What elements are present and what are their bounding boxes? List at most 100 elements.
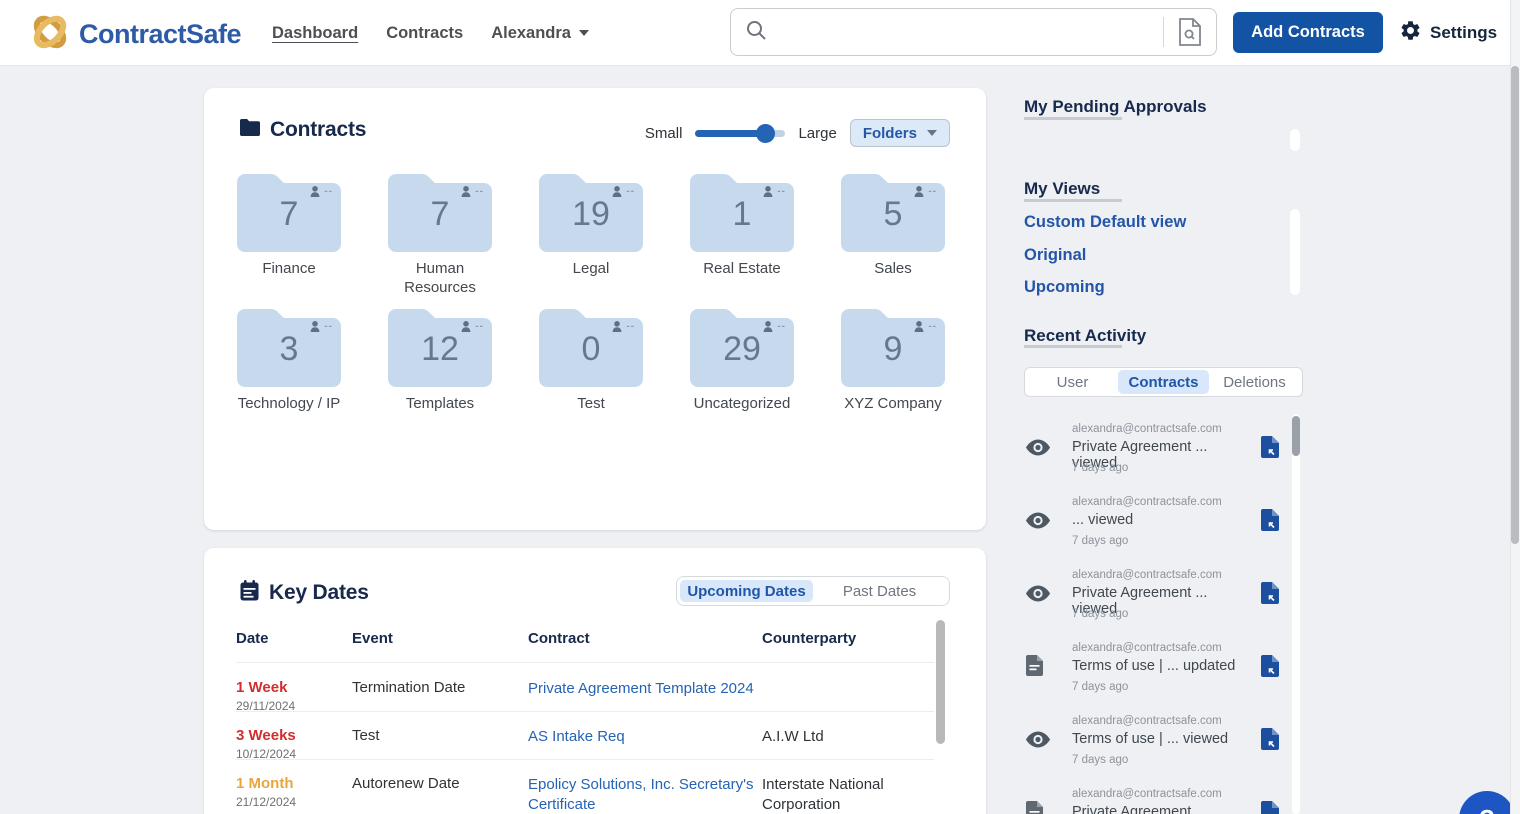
activity-item[interactable]: alexandra@contractsafe.com Terms of use … bbox=[1024, 715, 1284, 779]
folder-count: 1 bbox=[690, 195, 794, 234]
sidebar-scrollbar-thumb[interactable] bbox=[1290, 209, 1300, 295]
search-input[interactable] bbox=[767, 9, 1163, 55]
my-views-heading: My Views bbox=[1024, 179, 1100, 199]
view-mode-dropdown[interactable]: Folders bbox=[850, 119, 950, 147]
add-contracts-button[interactable]: Add Contracts bbox=[1233, 12, 1383, 53]
help-button[interactable]: ? bbox=[1459, 791, 1515, 814]
open-contract-icon[interactable] bbox=[1260, 728, 1279, 755]
folder-finance[interactable]: 7 -- Finance bbox=[219, 172, 359, 278]
contract-link[interactable]: AS Intake Req bbox=[528, 727, 754, 747]
document-icon bbox=[1026, 655, 1043, 681]
open-contract-icon[interactable] bbox=[1260, 582, 1279, 609]
folder-sales[interactable]: 5 -- Sales bbox=[823, 172, 963, 278]
view-link-upcoming[interactable]: Upcoming bbox=[1024, 278, 1105, 297]
activity-item[interactable]: alexandra@contractsafe.com Private Agree… bbox=[1024, 423, 1284, 487]
slider-large-label: Large bbox=[798, 125, 836, 142]
activity-description: Terms of use | ... updated bbox=[1072, 658, 1252, 674]
user-name: Alexandra bbox=[491, 24, 571, 43]
page-scrollbar[interactable] bbox=[1510, 0, 1520, 814]
open-contract-icon[interactable] bbox=[1260, 655, 1279, 682]
tab-contracts[interactable]: Contracts bbox=[1118, 370, 1209, 394]
folder-count: 29 bbox=[690, 330, 794, 369]
view-link-original[interactable]: Original bbox=[1024, 246, 1086, 265]
tab-deletions[interactable]: Deletions bbox=[1209, 370, 1300, 394]
tab-upcoming-dates[interactable]: Upcoming Dates bbox=[680, 580, 813, 602]
activity-user-email: alexandra@contractsafe.com bbox=[1072, 715, 1222, 727]
due-date: 21/12/2024 bbox=[236, 795, 296, 809]
contractsafe-logo[interactable]: ContractSafe bbox=[28, 10, 241, 59]
settings-button[interactable]: Settings bbox=[1399, 0, 1497, 66]
column-counterparty: Counterparty bbox=[762, 630, 856, 647]
folder-users-icon: -- bbox=[612, 321, 635, 332]
folder-name: Technology / IP bbox=[232, 394, 347, 413]
activity-timestamp: 7 days ago bbox=[1072, 462, 1128, 474]
eye-icon bbox=[1026, 731, 1050, 753]
row-divider bbox=[236, 759, 934, 760]
activity-item[interactable]: alexandra@contractsafe.com Terms of use … bbox=[1024, 642, 1284, 706]
heading-underline bbox=[1024, 345, 1122, 348]
document-icon bbox=[1026, 801, 1043, 814]
folder-name: Legal bbox=[534, 259, 649, 278]
calendar-icon bbox=[240, 580, 259, 606]
open-contract-icon[interactable] bbox=[1260, 801, 1279, 814]
nav-dashboard[interactable]: Dashboard bbox=[272, 24, 358, 43]
search-bar bbox=[730, 8, 1217, 56]
folder-count: 12 bbox=[388, 330, 492, 369]
folder-human-resources[interactable]: 7 -- Human Resources bbox=[370, 172, 510, 297]
due-in-badge: 1 Week bbox=[236, 679, 295, 696]
main-nav: Dashboard Contracts Alexandra bbox=[272, 0, 589, 66]
folder-uncategorized[interactable]: 29 -- Uncategorized bbox=[672, 307, 812, 413]
activity-user-email: alexandra@contractsafe.com bbox=[1072, 423, 1222, 435]
folder-count: 9 bbox=[841, 330, 945, 369]
folder-real-estate[interactable]: 1 -- Real Estate bbox=[672, 172, 812, 278]
settings-label: Settings bbox=[1430, 23, 1497, 43]
event-type: Test bbox=[352, 727, 380, 744]
slider-knob[interactable] bbox=[756, 124, 775, 143]
tab-user[interactable]: User bbox=[1027, 370, 1118, 394]
folder-users-icon: -- bbox=[914, 321, 937, 332]
folder-count: 7 bbox=[388, 195, 492, 234]
activity-item[interactable]: alexandra@contractsafe.com Private Agree… bbox=[1024, 788, 1284, 814]
open-contract-icon[interactable] bbox=[1260, 436, 1279, 463]
column-event: Event bbox=[352, 630, 393, 647]
key-dates-scrollbar[interactable] bbox=[936, 620, 945, 744]
activity-timestamp: 7 days ago bbox=[1072, 608, 1128, 620]
activity-item[interactable]: alexandra@contractsafe.com ... viewed 7 … bbox=[1024, 496, 1284, 560]
eye-icon bbox=[1026, 512, 1050, 534]
folder-title-icon bbox=[240, 119, 260, 141]
header: ContractSafe Dashboard Contracts Alexand… bbox=[0, 0, 1520, 66]
page-scrollbar-thumb[interactable] bbox=[1511, 66, 1519, 544]
contract-link[interactable]: Epolicy Solutions, Inc. Secretary's Cert… bbox=[528, 775, 754, 814]
contractsafe-knot-icon bbox=[28, 10, 72, 59]
activity-user-email: alexandra@contractsafe.com bbox=[1072, 642, 1222, 654]
tab-past-dates[interactable]: Past Dates bbox=[813, 580, 946, 602]
folder-templates[interactable]: 12 -- Templates bbox=[370, 307, 510, 413]
activity-scrollbar-thumb[interactable] bbox=[1292, 416, 1300, 456]
activity-item[interactable]: alexandra@contractsafe.com Private Agree… bbox=[1024, 569, 1284, 633]
contract-link[interactable]: Private Agreement Template 2024 bbox=[528, 679, 754, 699]
folder-test[interactable]: 0 -- Test bbox=[521, 307, 661, 413]
activity-timestamp: 7 days ago bbox=[1072, 681, 1128, 693]
activity-scrollbar-track[interactable] bbox=[1292, 414, 1300, 814]
folder-name: Finance bbox=[232, 259, 347, 278]
nav-contracts[interactable]: Contracts bbox=[386, 24, 463, 43]
folder-technology-ip[interactable]: 3 -- Technology / IP bbox=[219, 307, 359, 413]
folder-legal[interactable]: 19 -- Legal bbox=[521, 172, 661, 278]
document-search-icon[interactable] bbox=[1164, 9, 1216, 55]
view-link-custom-default[interactable]: Custom Default view bbox=[1024, 213, 1186, 232]
nav-user-menu[interactable]: Alexandra bbox=[491, 24, 589, 43]
folder-name: XYZ Company bbox=[836, 394, 951, 413]
open-contract-icon[interactable] bbox=[1260, 509, 1279, 536]
size-slider[interactable] bbox=[695, 124, 785, 143]
counterparty-name: A.I.W Ltd bbox=[762, 727, 934, 747]
heading-underline bbox=[1024, 199, 1122, 202]
sidebar-scrollbar-thumb[interactable] bbox=[1290, 129, 1300, 151]
folder-xyz-company[interactable]: 9 -- XYZ Company bbox=[823, 307, 963, 413]
folder-count: 0 bbox=[539, 330, 643, 369]
folder-users-icon: -- bbox=[461, 186, 484, 197]
counterparty-name: Interstate National Corporation bbox=[762, 775, 934, 814]
folder-count: 19 bbox=[539, 195, 643, 234]
activity-user-email: alexandra@contractsafe.com bbox=[1072, 496, 1222, 508]
folder-count: 3 bbox=[237, 330, 341, 369]
folder-count: 5 bbox=[841, 195, 945, 234]
